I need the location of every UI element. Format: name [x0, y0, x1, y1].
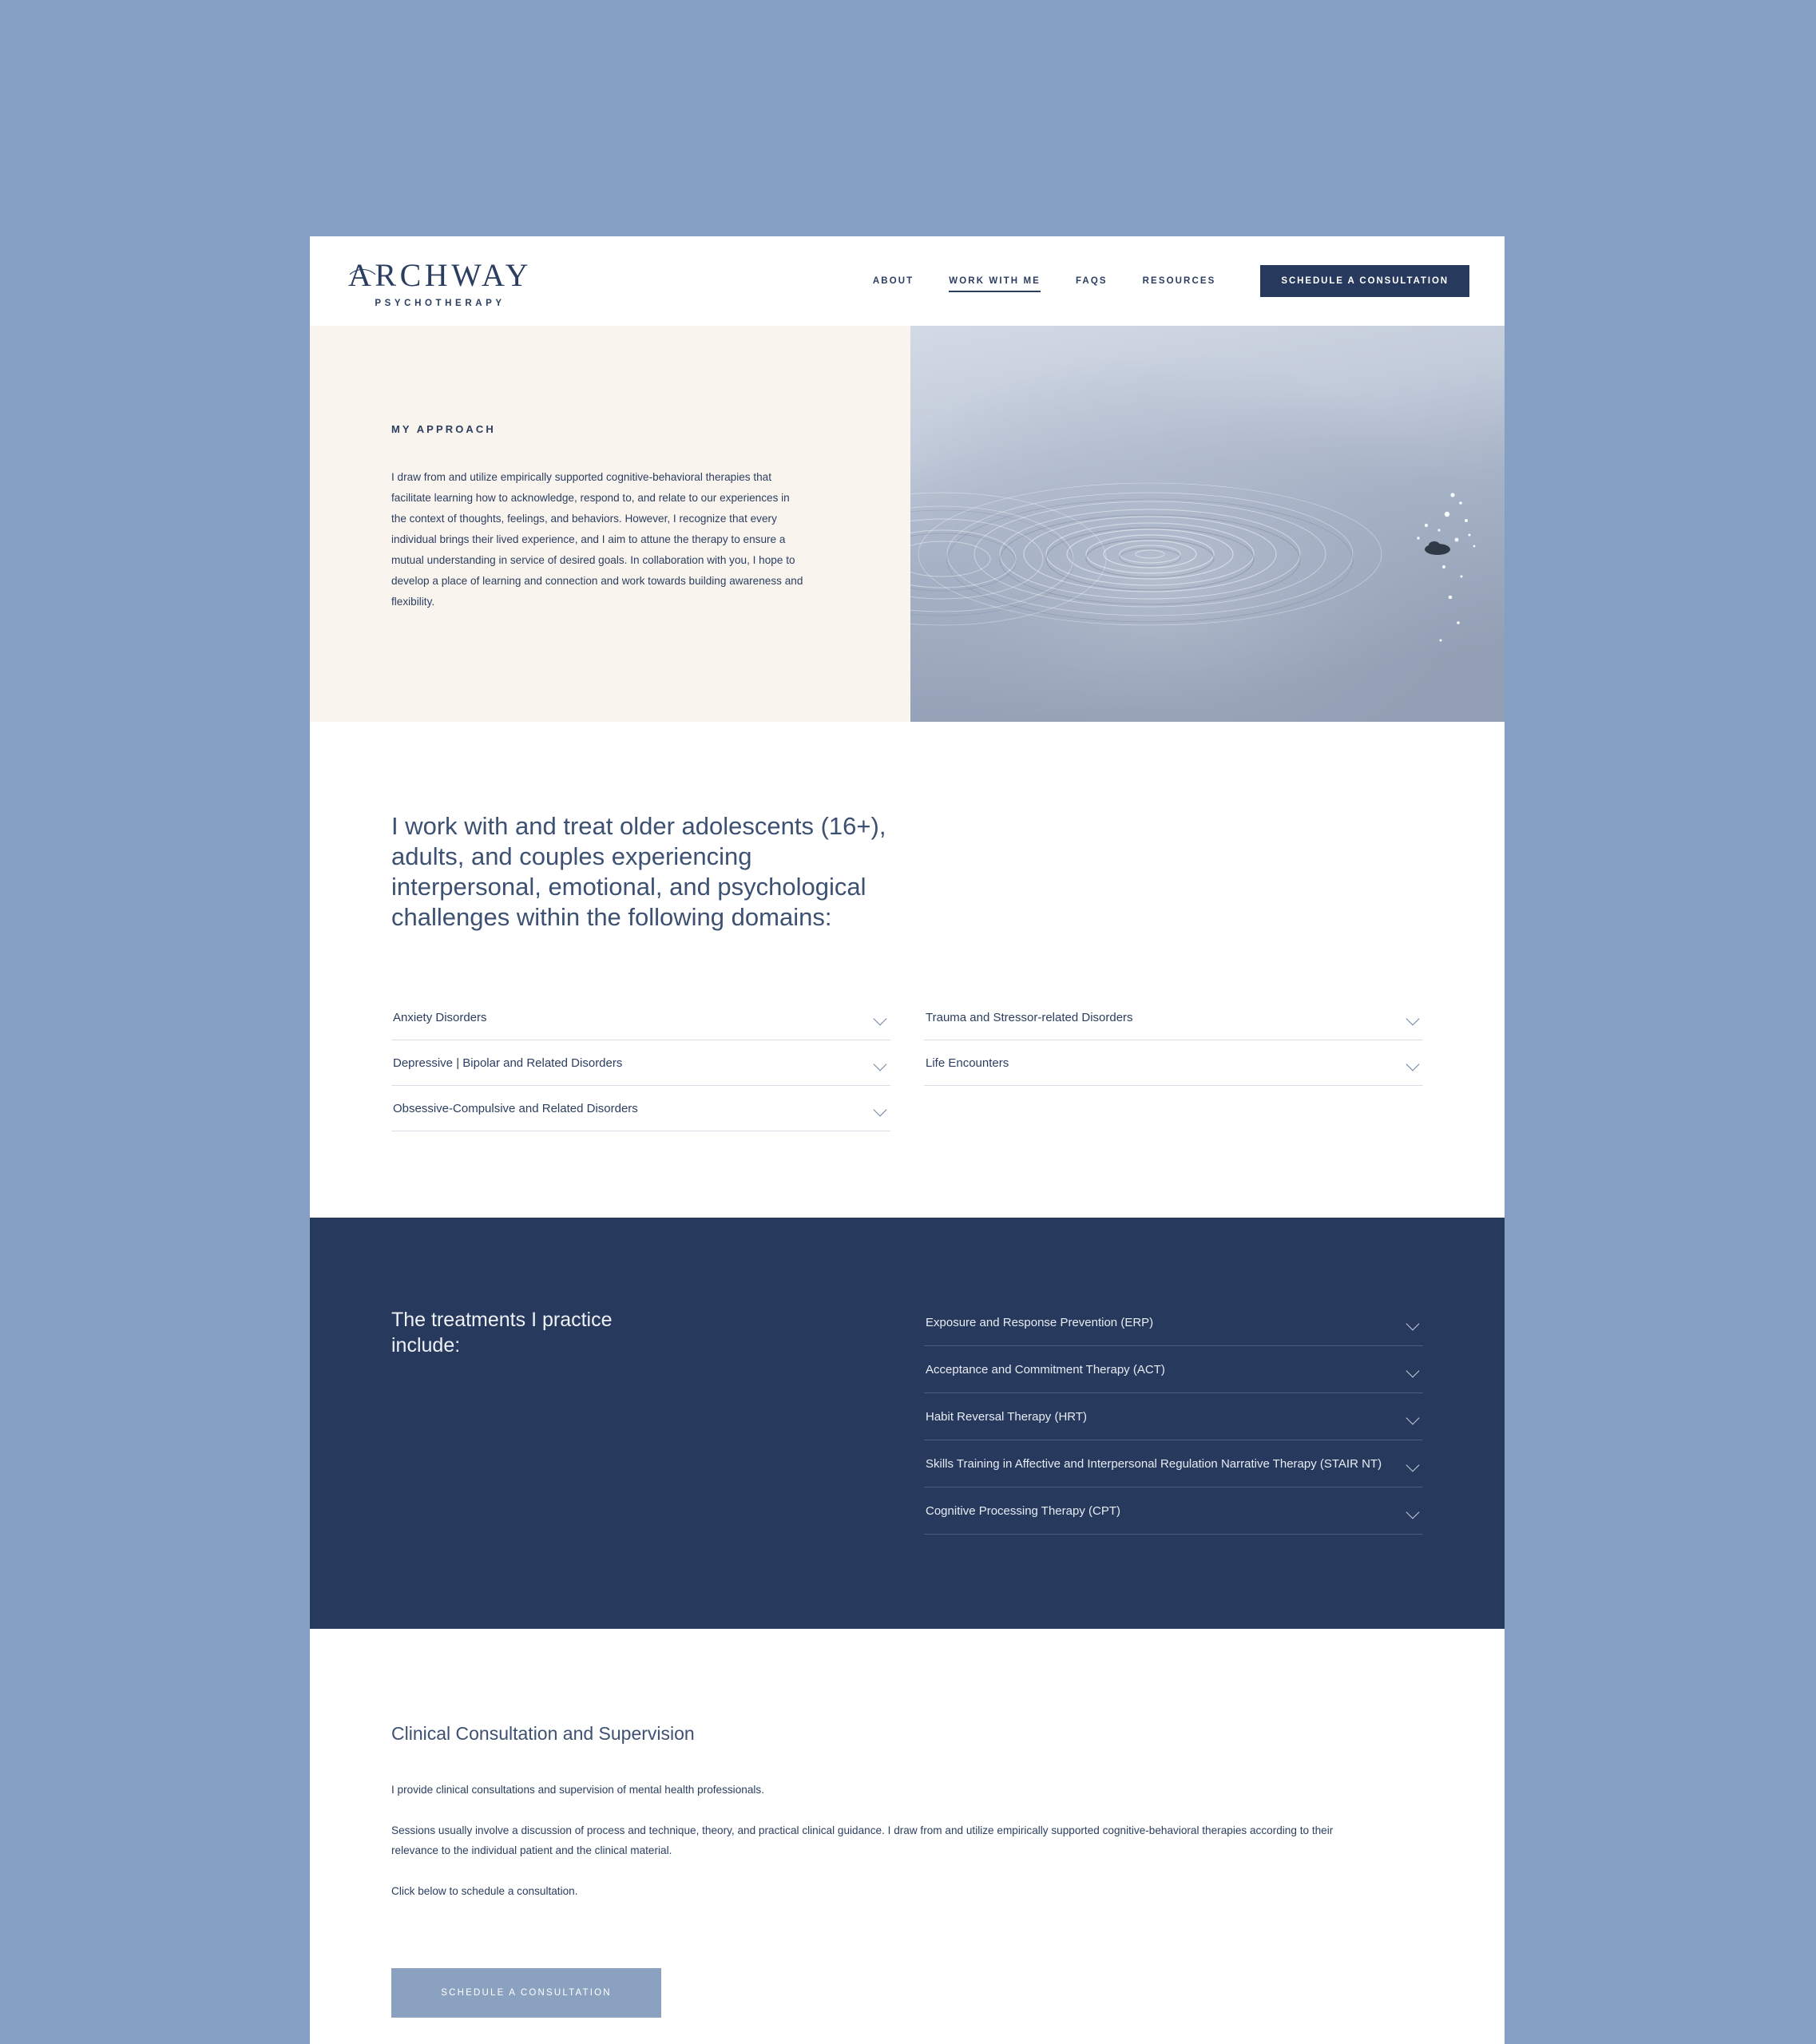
chevron-down-icon[interactable]: [874, 1014, 887, 1022]
treatments-section: The treatments I practice include: Expos…: [310, 1218, 1505, 1629]
brand-subtitle: PSYCHOTHERAPY: [375, 298, 506, 308]
chevron-down-icon[interactable]: [874, 1105, 887, 1113]
nav-item-about[interactable]: ABOUT: [873, 270, 914, 292]
accordion-item-erp[interactable]: Exposure and Response Prevention (ERP): [924, 1299, 1423, 1346]
chevron-down-icon[interactable]: [1406, 1060, 1420, 1068]
chevron-down-icon[interactable]: [1406, 1460, 1420, 1468]
main-nav: ABOUT WORK WITH ME FAQS RESOURCES SCHEDU…: [873, 265, 1469, 297]
chevron-down-icon[interactable]: [1406, 1413, 1420, 1421]
water-ripple-photo: [910, 326, 1505, 722]
domains-heading: I work with and treat older adolescents …: [391, 812, 886, 931]
accordion-item-cpt[interactable]: Cognitive Processing Therapy (CPT): [924, 1487, 1423, 1535]
footer-schedule-consultation-button[interactable]: SCHEDULE A CONSULTATION: [391, 1968, 661, 2018]
site-frame: ARCHWAY PSYCHOTHERAPY ABOUT WORK WITH ME…: [310, 236, 1505, 2044]
accordion-item-stair-nt[interactable]: Skills Training in Affective and Interpe…: [924, 1440, 1423, 1487]
approach-copy: MY APPROACH I draw from and utilize empi…: [310, 326, 910, 722]
consultation-paragraph-3: Click below to schedule a consultation.: [391, 1885, 578, 1897]
site-header: ARCHWAY PSYCHOTHERAPY ABOUT WORK WITH ME…: [310, 236, 1505, 326]
accordion-item-hrt[interactable]: Habit Reversal Therapy (HRT): [924, 1393, 1423, 1440]
chevron-down-icon[interactable]: [1406, 1507, 1420, 1515]
accordion-item-obsessive-compulsive[interactable]: Obsessive-Compulsive and Related Disorde…: [391, 1086, 890, 1131]
accordion-label: Exposure and Response Prevention (ERP): [926, 1316, 1154, 1329]
consultation-section: Clinical Consultation and Supervision I …: [310, 1629, 1505, 2044]
ripple-illustration: [910, 326, 1505, 722]
accordion-item-act[interactable]: Acceptance and Commitment Therapy (ACT): [924, 1346, 1423, 1393]
brand-wordmark-text: ARCHWAY: [343, 259, 532, 291]
accordion-label: Depressive | Bipolar and Related Disorde…: [393, 1056, 623, 1070]
nav-item-work-with-me[interactable]: WORK WITH ME: [949, 270, 1041, 292]
accordion-label: Trauma and Stressor-related Disorders: [926, 1011, 1133, 1024]
domains-accordion-left: Anxiety Disorders Depressive | Bipolar a…: [391, 995, 890, 1131]
page-backdrop: ARCHWAY PSYCHOTHERAPY ABOUT WORK WITH ME…: [0, 0, 1816, 2044]
accordion-item-depressive-bipolar[interactable]: Depressive | Bipolar and Related Disorde…: [391, 1040, 890, 1086]
chevron-down-icon[interactable]: [874, 1060, 887, 1068]
accordion-label: Cognitive Processing Therapy (CPT): [926, 1504, 1120, 1518]
treatments-heading-column: The treatments I practice include:: [391, 1299, 890, 1535]
accordion-item-trauma-stressor[interactable]: Trauma and Stressor-related Disorders: [924, 995, 1423, 1040]
accordion-label: Skills Training in Affective and Interpe…: [926, 1457, 1382, 1471]
treatments-heading: The treatments I practice include:: [391, 1309, 613, 1357]
accordion-label: Habit Reversal Therapy (HRT): [926, 1410, 1088, 1424]
header-schedule-consultation-button[interactable]: SCHEDULE A CONSULTATION: [1260, 265, 1469, 297]
consultation-paragraph-1: I provide clinical consultations and sup…: [391, 1784, 764, 1796]
consultation-heading: Clinical Consultation and Supervision: [391, 1723, 695, 1744]
chevron-down-icon[interactable]: [1406, 1366, 1420, 1374]
accordion-item-anxiety-disorders[interactable]: Anxiety Disorders: [391, 995, 890, 1040]
chevron-down-icon[interactable]: [1406, 1319, 1420, 1327]
accordion-label: Obsessive-Compulsive and Related Disorde…: [393, 1102, 638, 1115]
approach-section: MY APPROACH I draw from and utilize empi…: [310, 326, 1505, 722]
domains-accordion-right: Trauma and Stressor-related Disorders Li…: [924, 995, 1423, 1131]
nav-item-faqs[interactable]: FAQS: [1076, 270, 1108, 292]
brand-logo[interactable]: ARCHWAY PSYCHOTHERAPY: [343, 255, 532, 308]
approach-paragraph: I draw from and utilize empirically supp…: [391, 471, 803, 608]
approach-eyebrow: MY APPROACH: [391, 423, 496, 435]
consultation-paragraph-2: Sessions usually involve a discussion of…: [391, 1824, 1334, 1856]
domains-accordion-grid: Anxiety Disorders Depressive | Bipolar a…: [391, 995, 1423, 1131]
domains-section: I work with and treat older adolescents …: [310, 722, 1505, 1218]
chevron-down-icon[interactable]: [1406, 1014, 1420, 1022]
accordion-label: Life Encounters: [926, 1056, 1009, 1070]
treatments-accordion: Exposure and Response Prevention (ERP) A…: [924, 1299, 1423, 1535]
accordion-label: Acceptance and Commitment Therapy (ACT): [926, 1363, 1165, 1377]
accordion-label: Anxiety Disorders: [393, 1011, 487, 1024]
nav-item-resources[interactable]: RESOURCES: [1143, 270, 1216, 292]
accordion-item-life-encounters[interactable]: Life Encounters: [924, 1040, 1423, 1086]
